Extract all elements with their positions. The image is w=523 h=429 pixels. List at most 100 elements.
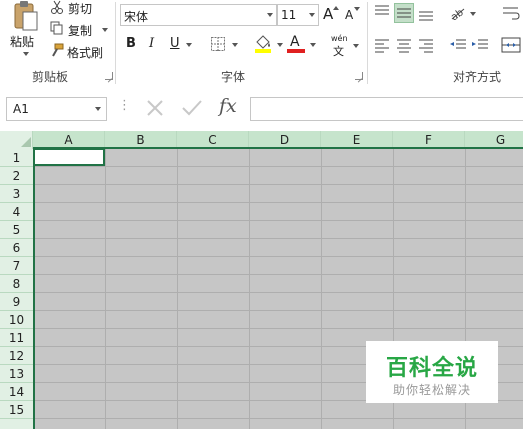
resize-handle-icon[interactable]: ⋮ (118, 98, 131, 113)
font-size-value: 11 (281, 8, 297, 22)
paste-button[interactable]: 粘贴 (8, 0, 44, 62)
chevron-down-icon (23, 52, 29, 56)
font-color-icon: A (290, 34, 300, 50)
orientation-icon: ab (449, 7, 466, 23)
decrease-font-icon: A (345, 8, 354, 22)
underline-button[interactable]: U (168, 36, 196, 54)
row-header[interactable]: 6 (0, 239, 33, 257)
ribbon: 粘贴 剪切 复制 格式刷 剪贴板 宋体 11 A A B I U A wén 文… (0, 0, 523, 89)
bottom-align-button[interactable] (416, 3, 436, 23)
align-center-button[interactable] (394, 35, 414, 55)
row-header[interactable]: 4 (0, 203, 33, 221)
format-painter-button[interactable]: 格式刷 (50, 43, 110, 60)
merge-center-button[interactable] (500, 35, 523, 55)
row-header[interactable]: 8 (0, 275, 33, 293)
row-header[interactable]: 9 (0, 293, 33, 311)
watermark-title: 百科全说 (385, 356, 478, 381)
formula-input[interactable] (250, 97, 523, 121)
selection-border (33, 147, 523, 149)
underline-icon: U (170, 36, 180, 51)
orientation-button[interactable]: ab (448, 3, 478, 23)
formula-bar: A1 ⋮ fx (0, 88, 523, 130)
fill-color-button[interactable] (253, 34, 285, 54)
align-right-button[interactable] (416, 35, 436, 55)
gridline (321, 149, 322, 429)
chevron-down-icon (186, 43, 192, 47)
align-center-icon (397, 39, 411, 53)
font-name-select[interactable]: 宋体 (120, 4, 277, 26)
format-painter-label: 格式刷 (67, 46, 104, 60)
paste-label: 粘贴 (10, 35, 35, 49)
chevron-down-icon (470, 12, 476, 16)
row-header[interactable]: 13 (0, 365, 33, 383)
italic-button[interactable]: I (146, 36, 162, 54)
font-size-select[interactable]: 11 (277, 4, 319, 26)
italic-icon: I (149, 36, 155, 51)
gridline (34, 202, 523, 203)
copy-icon (50, 21, 63, 35)
chevron-down-icon (102, 28, 108, 32)
up-arrow-icon (333, 6, 339, 10)
insert-function-button[interactable]: fx (217, 95, 243, 119)
top-align-button[interactable] (372, 3, 392, 23)
increase-font-size-button[interactable]: A (322, 5, 340, 23)
copy-label: 复制 (68, 24, 93, 38)
decrease-indent-icon (450, 39, 466, 49)
row-header[interactable]: 1 (0, 149, 33, 167)
close-icon (147, 100, 163, 116)
fx-icon: fx (219, 95, 237, 117)
middle-align-icon (397, 8, 411, 18)
watermark: 百科全说 助你轻松解决 (366, 341, 498, 403)
row-header[interactable]: 7 (0, 257, 33, 275)
dialog-launcher-icon[interactable] (105, 72, 113, 80)
enter-button[interactable] (180, 97, 204, 119)
chevron-down-icon (310, 43, 316, 47)
decrease-font-size-button[interactable]: A (344, 5, 362, 23)
borders-button[interactable] (210, 36, 240, 54)
chevron-down-icon (353, 44, 359, 48)
middle-align-button[interactable] (394, 3, 414, 23)
wrap-text-button[interactable] (500, 3, 523, 23)
align-left-button[interactable] (372, 35, 392, 55)
watermark-subtitle: 助你轻松解决 (392, 383, 471, 397)
increase-indent-button[interactable] (470, 35, 490, 55)
cut-button[interactable]: 剪切 (50, 0, 110, 16)
gridline (34, 256, 523, 257)
row-header[interactable]: 2 (0, 167, 33, 185)
checkmark-icon (182, 100, 202, 116)
align-right-icon (419, 39, 433, 53)
row-header[interactable]: 10 (0, 311, 33, 329)
cancel-button[interactable] (143, 97, 167, 119)
font-group-label: 字体 (221, 70, 246, 84)
phonetic-top: wén (331, 34, 348, 43)
dialog-launcher-icon[interactable] (355, 72, 363, 80)
row-header[interactable]: 11 (0, 329, 33, 347)
paint-bucket-icon (255, 35, 271, 53)
borders-icon (211, 37, 225, 51)
name-box[interactable]: A1 (6, 97, 107, 121)
select-all-triangle-icon (21, 137, 31, 147)
cut-label: 剪切 (68, 2, 93, 16)
bold-button[interactable]: B (124, 36, 140, 54)
row-header[interactable]: 15 (0, 401, 33, 419)
gridline (34, 238, 523, 239)
copy-button[interactable]: 复制 (50, 21, 110, 38)
bold-icon: B (126, 36, 136, 51)
chevron-down-icon (277, 43, 283, 47)
gridline (249, 149, 250, 429)
active-cell-a1[interactable] (33, 148, 105, 166)
alignment-group-label: 对齐方式 (453, 70, 502, 84)
row-header[interactable]: 12 (0, 347, 33, 365)
row-header[interactable]: 14 (0, 383, 33, 401)
row-header-bar: 1 2 3 4 5 6 7 8 9 10 11 12 13 14 15 (0, 149, 34, 429)
top-align-icon (375, 5, 389, 15)
decrease-indent-button[interactable] (448, 35, 468, 55)
chevron-down-icon (232, 43, 238, 47)
row-header[interactable]: 5 (0, 221, 33, 239)
row-header[interactable]: 3 (0, 185, 33, 203)
phonetic-guide-button[interactable]: wén 文 (330, 34, 360, 58)
chevron-down-icon (95, 107, 101, 111)
font-color-button[interactable]: A (287, 34, 319, 54)
gridline (34, 184, 523, 185)
align-left-icon (375, 39, 389, 53)
